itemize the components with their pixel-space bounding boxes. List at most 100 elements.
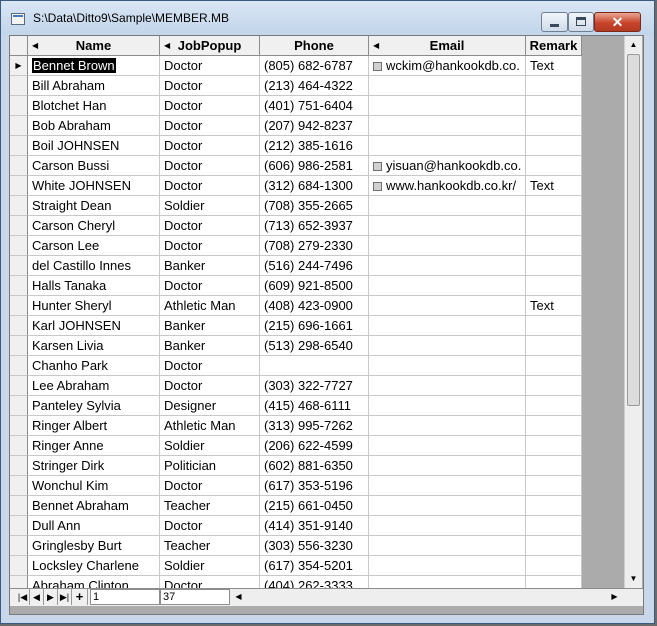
cell-name[interactable]: Hunter Sheryl: [28, 296, 160, 316]
cell-name[interactable]: Bill Abraham: [28, 76, 160, 96]
cell-name[interactable]: Carson Lee: [28, 236, 160, 256]
cell-email[interactable]: wckim@hankookdb.co.: [369, 56, 526, 76]
cell-name[interactable]: Ringer Albert: [28, 416, 160, 436]
cell-job[interactable]: Athletic Man: [160, 296, 260, 316]
cell-phone[interactable]: (313) 995-7262: [260, 416, 369, 436]
cell-phone[interactable]: (602) 881-6350: [260, 456, 369, 476]
minimize-button[interactable]: [541, 12, 568, 32]
next-record-button[interactable]: ▶: [44, 589, 58, 605]
row-header[interactable]: [10, 376, 28, 396]
cell-email[interactable]: [369, 556, 526, 576]
row-header[interactable]: ▶: [10, 56, 28, 76]
cell-job[interactable]: Soldier: [160, 556, 260, 576]
cell-email[interactable]: [369, 396, 526, 416]
cell-job[interactable]: Doctor: [160, 136, 260, 156]
cell-email[interactable]: [369, 536, 526, 556]
cell-remark[interactable]: [526, 456, 582, 476]
cell-name[interactable]: Locksley Charlene: [28, 556, 160, 576]
row-header[interactable]: [10, 576, 28, 588]
scroll-right-button[interactable]: ▶: [606, 588, 623, 605]
row-header[interactable]: [10, 156, 28, 176]
cell-remark[interactable]: [526, 496, 582, 516]
cell-email[interactable]: [369, 496, 526, 516]
row-header[interactable]: [10, 436, 28, 456]
cell-phone[interactable]: (401) 751-6404: [260, 96, 369, 116]
cell-phone[interactable]: (414) 351-9140: [260, 516, 369, 536]
cell-remark[interactable]: [526, 476, 582, 496]
cell-name[interactable]: Carson Cheryl: [28, 216, 160, 236]
cell-name[interactable]: Halls Tanaka: [28, 276, 160, 296]
cell-name[interactable]: Bob Abraham: [28, 116, 160, 136]
cell-name[interactable]: Panteley Sylvia: [28, 396, 160, 416]
cell-remark[interactable]: [526, 216, 582, 236]
cell-job[interactable]: Designer: [160, 396, 260, 416]
row-header[interactable]: [10, 336, 28, 356]
cell-phone[interactable]: (708) 279-2330: [260, 236, 369, 256]
cell-job[interactable]: Athletic Man: [160, 416, 260, 436]
cell-remark[interactable]: [526, 316, 582, 336]
cell-remark[interactable]: [526, 116, 582, 136]
cell-remark[interactable]: Text: [526, 56, 582, 76]
cell-remark[interactable]: [526, 536, 582, 556]
row-header[interactable]: [10, 136, 28, 156]
cell-phone[interactable]: (213) 464-4322: [260, 76, 369, 96]
maximize-button[interactable]: [568, 12, 594, 32]
cell-email[interactable]: [369, 456, 526, 476]
cell-job[interactable]: Doctor: [160, 176, 260, 196]
row-header[interactable]: [10, 536, 28, 556]
cell-remark[interactable]: [526, 436, 582, 456]
data-grid[interactable]: ◀ Name ◀ JobPopup Phone ◀ Email Remark ▶ Bennet B…: [10, 36, 582, 588]
cell-name[interactable]: del Castillo Innes: [28, 256, 160, 276]
column-header-name[interactable]: ◀ Name: [28, 36, 160, 56]
row-header[interactable]: [10, 396, 28, 416]
cell-phone[interactable]: (708) 355-2665: [260, 196, 369, 216]
cell-phone[interactable]: (404) 262-3333: [260, 576, 369, 588]
cell-email[interactable]: [369, 216, 526, 236]
cell-job[interactable]: Doctor: [160, 576, 260, 588]
row-header[interactable]: [10, 276, 28, 296]
cell-remark[interactable]: [526, 576, 582, 588]
cell-phone[interactable]: (215) 661-0450: [260, 496, 369, 516]
cell-remark[interactable]: [526, 336, 582, 356]
cell-name[interactable]: Lee Abraham: [28, 376, 160, 396]
column-header-phone[interactable]: Phone: [260, 36, 369, 56]
prev-record-button[interactable]: ◀: [30, 589, 44, 605]
scroll-thumb[interactable]: [627, 54, 640, 406]
cell-job[interactable]: Doctor: [160, 376, 260, 396]
row-header[interactable]: [10, 236, 28, 256]
cell-remark[interactable]: Text: [526, 176, 582, 196]
first-record-button[interactable]: |◀: [16, 589, 30, 605]
cell-phone[interactable]: (207) 942-8237: [260, 116, 369, 136]
cell-name[interactable]: Bennet Abraham: [28, 496, 160, 516]
cell-job[interactable]: Soldier: [160, 196, 260, 216]
cell-job[interactable]: Soldier: [160, 436, 260, 456]
cell-phone[interactable]: (713) 652-3937: [260, 216, 369, 236]
cell-job[interactable]: Doctor: [160, 76, 260, 96]
cell-email[interactable]: [369, 196, 526, 216]
cell-email[interactable]: [369, 276, 526, 296]
cell-remark[interactable]: [526, 276, 582, 296]
cell-email[interactable]: [369, 336, 526, 356]
cell-email[interactable]: [369, 116, 526, 136]
current-record-field[interactable]: 1: [90, 589, 160, 605]
cell-remark[interactable]: [526, 376, 582, 396]
cell-name[interactable]: Ringer Anne: [28, 436, 160, 456]
row-header[interactable]: [10, 456, 28, 476]
cell-phone[interactable]: (513) 298-6540: [260, 336, 369, 356]
cell-remark[interactable]: [526, 196, 582, 216]
cell-name[interactable]: Chanho Park: [28, 356, 160, 376]
cell-email[interactable]: www.hankookdb.co.kr/: [369, 176, 526, 196]
cell-name[interactable]: Boil JOHNSEN: [28, 136, 160, 156]
cell-email[interactable]: [369, 476, 526, 496]
cell-job[interactable]: Doctor: [160, 116, 260, 136]
cell-phone[interactable]: (215) 696-1661: [260, 316, 369, 336]
scroll-up-button[interactable]: ▲: [625, 36, 642, 53]
scroll-left-button[interactable]: ◀: [230, 588, 247, 605]
cell-job[interactable]: Doctor: [160, 56, 260, 76]
cell-remark[interactable]: [526, 96, 582, 116]
cell-phone[interactable]: (805) 682-6787: [260, 56, 369, 76]
cell-name[interactable]: Karsen Livia: [28, 336, 160, 356]
cell-email[interactable]: [369, 76, 526, 96]
cell-name[interactable]: Straight Dean: [28, 196, 160, 216]
cell-job[interactable]: Banker: [160, 256, 260, 276]
